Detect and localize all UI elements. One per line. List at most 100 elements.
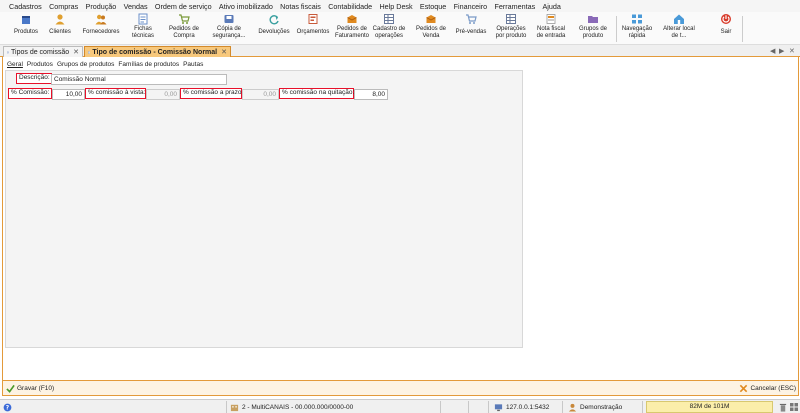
close-icon[interactable]: ✕ [73, 48, 79, 56]
cart-icon [179, 14, 190, 24]
menu-estoque[interactable]: Estoque [420, 2, 446, 11]
toolbar-button-pedidos-de[interactable]: Pedidos de Faturamento [331, 13, 373, 44]
menu-ordem-servico[interactable]: Ordem de serviço [155, 2, 212, 11]
tab-scroll-right-icon[interactable]: ▶ [779, 47, 784, 55]
toolbar-button-pré-vendas[interactable]: Pré-vendas [452, 13, 490, 44]
toolbar-button-operações[interactable]: Operações por produto [490, 13, 532, 44]
tab-scroll-left-icon[interactable]: ◀ [770, 47, 775, 55]
toolbar-button-cópia-de[interactable]: Cópia de segurança... [206, 13, 252, 44]
menu-ajuda[interactable]: Ajuda [543, 2, 561, 11]
toolbar-button-alterar-local[interactable]: Alterar local de t... [660, 13, 698, 44]
menu-cadastros[interactable]: Cadastros [9, 2, 42, 11]
toolbar-label: técnicas [131, 32, 154, 39]
memory-status: 82M de 101M [646, 401, 773, 413]
toolbar-button-grupos-de[interactable]: Grupos de produto [572, 13, 614, 44]
toolbar-label: Pedidos de [415, 26, 447, 32]
action-bar: Gravar (F10) Cancelar (ESC) [2, 380, 799, 396]
company-status: 2 - MultiCANAIS - 00.000.000/0000-00 [230, 402, 353, 412]
toolbar-button-pedidos-de[interactable]: Pedidos de Compra [163, 13, 205, 44]
cancel-button[interactable]: Cancelar (ESC) [739, 383, 796, 394]
toolbar-button-devoluções[interactable]: Devoluções [253, 13, 295, 44]
subtab-familias-produtos[interactable]: Famílias de produtos [118, 61, 179, 70]
form-panel: Geral Produtos Grupos de produtos Famíli… [2, 57, 799, 380]
comissao-vista-input[interactable]: 0,00 [146, 89, 180, 100]
toolbar-separator [616, 16, 617, 42]
menu-notas-fiscais[interactable]: Notas fiscais [280, 2, 321, 11]
home-icon [674, 14, 684, 24]
toolbar-label: Nota fiscal [536, 26, 565, 32]
comissao-prazo-label: % comissão a prazo: [180, 88, 243, 99]
invoice-icon [546, 14, 556, 24]
box-open-icon [426, 15, 436, 23]
subtab-grupos-produtos[interactable]: Grupos de produtos [57, 61, 114, 70]
menu-ferramentas[interactable]: Ferramentas [494, 2, 535, 11]
descricao-input[interactable]: Comissão Normal [51, 74, 227, 85]
quote-icon [308, 14, 318, 24]
help-icon[interactable]: ? [3, 402, 12, 412]
close-icon[interactable]: ✕ [789, 47, 795, 55]
toolbar-button-nota-fiscal[interactable]: Nota fiscal de entrada [531, 13, 571, 44]
menu-help-desk[interactable]: Help Desk [379, 2, 412, 11]
toolbar-label: Grupos de [578, 26, 608, 32]
toolbar-button-sair[interactable]: Sair [700, 13, 752, 44]
toolbar-label: Faturamento [334, 32, 370, 39]
menu-bar: Cadastros Compras Produção Vendas Ordem … [0, 0, 800, 12]
toolbar-label: Cópia de [216, 26, 242, 32]
sub-tabs: Geral Produtos Grupos de produtos Famíli… [7, 61, 207, 70]
toolbar-label: de entrada [536, 32, 566, 39]
toolbar-button-pedidos-de[interactable]: Pedidos de Venda [410, 13, 452, 44]
subtab-pautas[interactable]: Pautas [183, 61, 203, 70]
grid-icon[interactable] [790, 402, 798, 412]
toolbar-label: Pré-vendas [455, 29, 487, 35]
cart-icon [466, 14, 477, 24]
menu-contabilidade[interactable]: Contabilidade [328, 2, 372, 11]
comissao-prazo-input[interactable]: 0,00 [242, 89, 279, 100]
menu-vendas[interactable]: Vendas [124, 2, 148, 11]
toolbar-button-orçamentos[interactable]: Orçamentos [294, 13, 332, 44]
company-icon [230, 404, 239, 411]
toolbar-label: Navegação [621, 26, 653, 32]
toolbar-button-cadastro-de[interactable]: Cadastro de operações [369, 13, 409, 44]
toolbar-label: Operações [496, 26, 526, 32]
toolbar-label: Devoluções [258, 29, 290, 35]
form-area: Descrição: Comissão Normal % Comissão: 1… [5, 70, 523, 348]
toolbar-label: de t... [671, 32, 687, 39]
subtab-produtos[interactable]: Produtos [27, 61, 53, 70]
comissao-label: % Comissão: [8, 88, 52, 99]
save-button[interactable]: Gravar (F10) [6, 383, 54, 394]
nav-icon [632, 14, 642, 24]
toolbar-label: Pedidos de [168, 26, 200, 32]
toolbar-label: Fornecedores [82, 29, 120, 35]
user-icon [568, 403, 577, 412]
status-bar: ? 2 - MultiCANAIS - 00.000.000/0000-00 1… [0, 399, 800, 413]
toolbar-button-navegação[interactable]: Navegação rápida [616, 13, 658, 44]
comissao-quitacao-input[interactable]: 8,00 [354, 89, 388, 100]
toolbar-separator [742, 16, 743, 42]
sheet-icon [138, 13, 148, 25]
tab-label: Tipos de comissão [11, 48, 70, 56]
subtab-geral[interactable]: Geral [7, 61, 23, 70]
toolbar-label: Orçamentos [296, 29, 330, 35]
comissao-input[interactable]: 10,00 [52, 89, 85, 100]
computer-icon [494, 403, 503, 411]
toolbar-label: por produto [495, 32, 527, 39]
grid-icon [506, 14, 516, 24]
menu-compras[interactable]: Compras [49, 2, 78, 11]
cancel-icon [740, 384, 748, 393]
trash-icon[interactable] [779, 402, 787, 412]
close-icon[interactable]: ✕ [221, 48, 227, 56]
toolbar-label: Clientes [49, 29, 71, 35]
tab-tipos-comissao[interactable]: Tipos de comissão ✕ [3, 46, 83, 57]
toolbar-button-clientes[interactable]: Clientes [40, 13, 80, 44]
menu-producao[interactable]: Produção [86, 2, 117, 11]
toolbar-button-fornecedores[interactable]: Fornecedores [80, 13, 122, 44]
user-status: Demonstração [568, 402, 622, 412]
menu-financeiro[interactable]: Financeiro [454, 2, 488, 11]
return-icon [269, 15, 279, 25]
save-label: Gravar (F10) [17, 385, 55, 392]
toolbar-button-fichas[interactable]: Fichas técnicas [123, 13, 163, 44]
menu-ativo-imobilizado[interactable]: Ativo imobilizado [219, 2, 273, 11]
comissao-vista-label: % comissão à vista: [85, 88, 146, 99]
tab-comissao-normal[interactable]: Tipo de comissão - Comissão Normal ✕ [84, 46, 231, 57]
grid-icon [384, 14, 394, 24]
